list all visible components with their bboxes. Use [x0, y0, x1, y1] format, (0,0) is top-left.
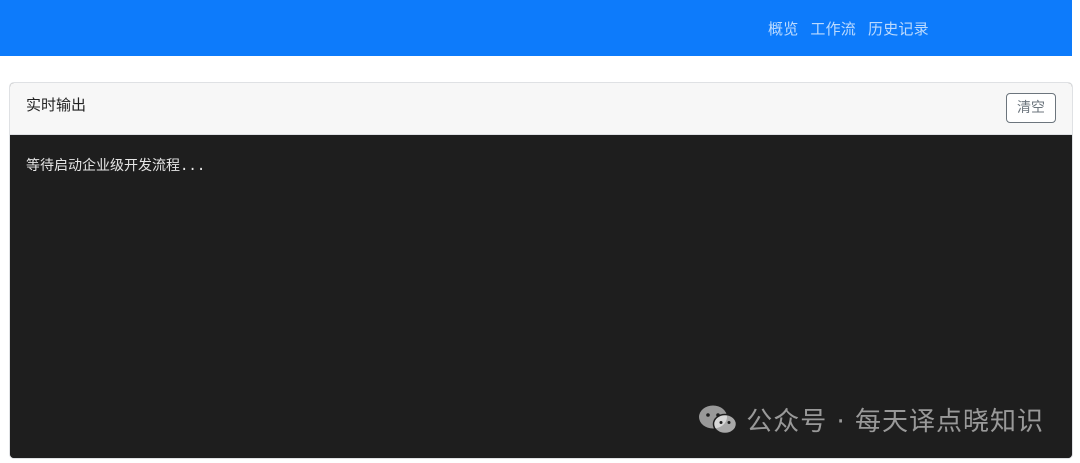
top-navbar: 概览 工作流 历史记录 — [0, 0, 1072, 56]
output-console[interactable]: 等待启动企业级开发流程... 公众号 · 每天译点晓知识 — [10, 135, 1072, 458]
watermark: 公众号 · 每天译点晓知识 — [698, 401, 1044, 438]
wechat-icon — [698, 404, 738, 436]
output-panel-header: 实时输出 清空 — [10, 83, 1072, 135]
nav-links: 概览 工作流 历史记录 — [768, 0, 929, 56]
nav-link-workflow[interactable]: 工作流 — [810, 18, 856, 39]
output-panel-title: 实时输出 — [26, 96, 87, 114]
nav-link-history[interactable]: 历史记录 — [868, 18, 929, 39]
output-panel: 实时输出 清空 等待启动企业级开发流程... 公众号 · 每天译点晓知识 — [9, 82, 1073, 459]
clear-button[interactable]: 清空 — [1006, 93, 1056, 123]
watermark-text: 公众号 · 每天译点晓知识 — [746, 407, 1044, 437]
output-log-line: 等待启动企业级开发流程... — [26, 158, 206, 174]
nav-link-overview[interactable]: 概览 — [768, 18, 798, 39]
